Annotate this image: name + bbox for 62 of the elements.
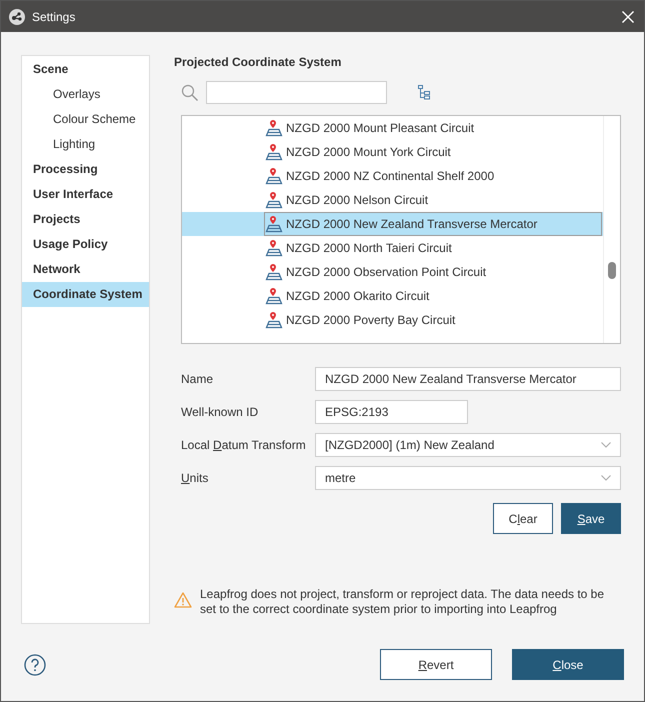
list-row[interactable]: NZGD 2000 Okarito Circuit [182, 284, 603, 308]
list-row-label: NZGD 2000 Okarito Circuit [286, 289, 430, 303]
sidebar-item[interactable]: Coordinate System [22, 282, 149, 307]
list-row[interactable]: NZGD 2000 New Zealand Transverse Mercator [182, 212, 603, 236]
sidebar-item[interactable]: User Interface [22, 182, 149, 207]
map-pin-icon [265, 191, 283, 209]
list-row[interactable]: NZGD 2000 NZ Continental Shelf 2000 [182, 164, 603, 188]
field-label: Name [181, 372, 214, 386]
app-logo-icon [9, 8, 25, 24]
list-row-label: NZGD 2000 Nelson Circuit [286, 193, 428, 207]
scrollbar-thumb[interactable] [608, 262, 616, 279]
dropdown-field[interactable]: metre [315, 466, 621, 490]
list-row-label: NZGD 2000 Observation Point Circuit [286, 265, 486, 279]
map-pin-icon [265, 239, 283, 257]
chevron-down-icon [601, 442, 611, 448]
list-row[interactable]: NZGD 2000 Poverty Bay Circuit [182, 308, 603, 332]
search-icon [181, 84, 199, 102]
list-row[interactable]: NZGD 2000 Observation Point Circuit [182, 260, 603, 284]
map-pin-icon [265, 119, 283, 137]
sidebar-item[interactable]: Network [22, 257, 149, 282]
list-row-label: NZGD 2000 Mount York Circuit [286, 145, 451, 159]
list-row-label: NZGD 2000 NZ Continental Shelf 2000 [286, 169, 494, 183]
search-field[interactable] [206, 81, 387, 104]
window-title: Settings [32, 10, 76, 24]
map-pin-icon [265, 263, 283, 281]
map-pin-icon [265, 287, 283, 305]
list-row[interactable]: NZGD 2000 Mount York Circuit [182, 140, 603, 164]
chevron-down-icon [601, 475, 611, 481]
text-field[interactable]: EPSG:2193 [315, 400, 468, 424]
warning-message: Leapfrog does not project, transform or reproject data. The data needs to be set to the correct coordinate system prior to importing into Leapfrog [200, 587, 606, 617]
sidebar-item[interactable]: Overlays [22, 82, 149, 107]
list-row-label: NZGD 2000 Mount Pleasant Circuit [286, 121, 474, 135]
list-row[interactable]: NZGD 2000 Nelson Circuit [182, 188, 603, 212]
sidebar-item[interactable]: Scene [22, 57, 149, 82]
text-field[interactable]: NZGD 2000 New Zealand Transverse Mercator [315, 367, 621, 391]
list-row-label: NZGD 2000 North Taieri Circuit [286, 241, 452, 255]
form-button[interactable]: Clear [493, 503, 553, 534]
dropdown-field[interactable]: [NZGD2000] (1m) New Zealand [315, 433, 621, 457]
close-icon[interactable] [622, 10, 634, 22]
sidebar-item[interactable]: Usage Policy [22, 232, 149, 257]
list-row-label: NZGD 2000 Poverty Bay Circuit [286, 313, 456, 327]
list-row-label: NZGD 2000 New Zealand Transverse Mercator [286, 217, 538, 231]
map-pin-icon [265, 143, 283, 161]
sidebar-item[interactable]: Lighting [22, 132, 149, 157]
field-label: Well-known ID [181, 405, 260, 419]
warning-icon [174, 592, 192, 608]
field-label: Units [181, 471, 210, 485]
field-label: Local Datum Transform [181, 438, 307, 452]
list-row[interactable]: NZGD 2000 North Taieri Circuit [182, 236, 603, 260]
list-row[interactable]: NZGD 2000 Mount Pleasant Circuit [182, 116, 603, 140]
dialog-button[interactable]: Revert [380, 649, 492, 680]
sidebar-item[interactable]: Colour Scheme [22, 107, 149, 132]
section-heading: Projected Coordinate System [174, 55, 342, 71]
map-pin-icon [265, 311, 283, 329]
sidebar-item[interactable]: Processing [22, 157, 149, 182]
map-pin-icon [265, 167, 283, 185]
tree-view-icon[interactable] [418, 85, 430, 100]
help-icon[interactable] [24, 654, 46, 676]
form-button[interactable]: Save [561, 503, 621, 534]
sidebar-item[interactable]: Projects [22, 207, 149, 232]
dialog-button[interactable]: Close [512, 649, 624, 680]
map-pin-icon [265, 215, 283, 233]
